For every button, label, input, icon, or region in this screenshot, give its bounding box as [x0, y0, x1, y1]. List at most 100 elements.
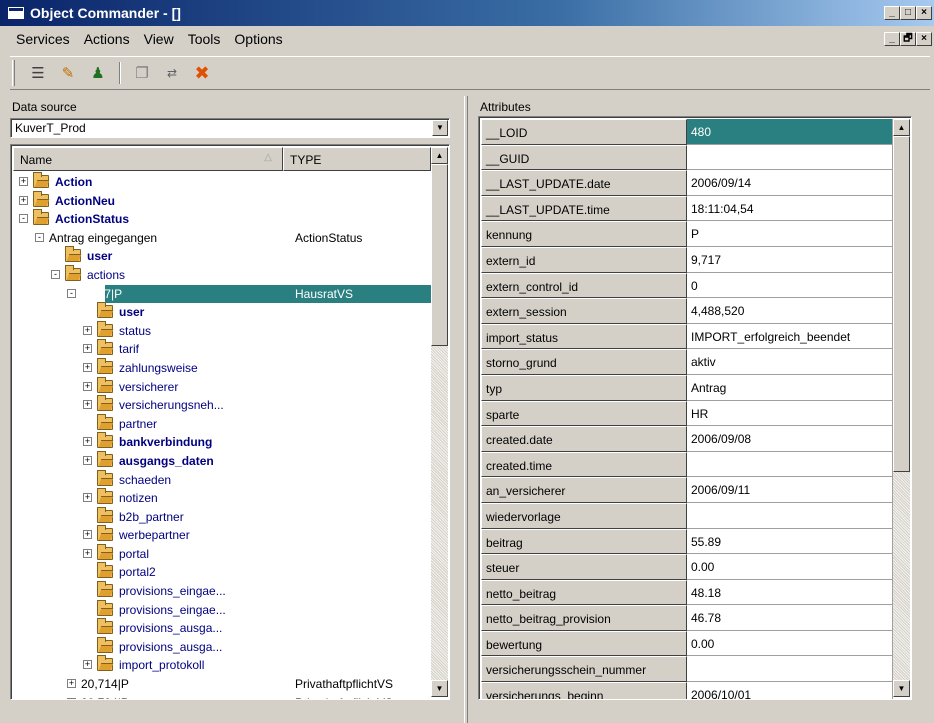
attribute-row[interactable]: an_versicherer 2006/09/11 [481, 477, 893, 503]
expand-icon[interactable]: + [19, 177, 28, 186]
attribute-value[interactable]: 0 [687, 272, 893, 299]
attribute-row[interactable]: extern_control_id 0 [481, 272, 893, 299]
menu-services[interactable]: Services [14, 31, 72, 47]
maximize-button[interactable]: □ [900, 6, 916, 20]
expand-icon[interactable]: + [83, 660, 92, 670]
tree-node[interactable]: + versicherer [13, 376, 433, 397]
scroll-down-icon[interactable]: ▼ [431, 680, 448, 697]
expand-icon[interactable]: + [83, 455, 92, 465]
expand-icon[interactable]: + [19, 195, 28, 205]
attributes-scrollbar[interactable]: ▲ ▼ [893, 119, 910, 697]
tree-node[interactable]: + ausgangs_daten [13, 450, 433, 471]
attribute-value[interactable]: Antrag [687, 374, 893, 401]
attribute-value[interactable]: 18:11:04,54 [687, 195, 893, 222]
attribute-row[interactable]: storno_grund aktiv [481, 349, 893, 375]
attribute-row[interactable]: __LAST_UPDATE.time 18:11:04,54 [481, 195, 893, 222]
users-icon[interactable]: ♟ [85, 61, 111, 85]
tree-icon[interactable]: ☰ [25, 61, 51, 85]
attribute-value[interactable]: IMPORT_erfolgreich_beendet [687, 323, 893, 350]
attribute-row[interactable]: extern_id 9,717 [481, 246, 893, 273]
object-tree[interactable]: Name △ TYPE + Action + ActionNeu - ActionStat… [10, 144, 450, 700]
tree-node[interactable]: user [13, 302, 433, 322]
collapse-icon[interactable]: - [35, 232, 44, 242]
expand-icon[interactable]: + [83, 437, 92, 447]
attribute-row[interactable]: wiedervorlage [481, 502, 893, 529]
attribute-value[interactable]: 0.00 [687, 554, 893, 580]
attribute-value[interactable]: 55.89 [687, 528, 893, 555]
tree-node[interactable]: partner [13, 413, 433, 434]
attribute-row[interactable]: kennung P [481, 221, 893, 247]
attribute-row[interactable]: typ Antrag [481, 374, 893, 401]
scroll-down-icon[interactable]: ▼ [893, 680, 910, 697]
tree-node[interactable]: + zahlungsweise [13, 357, 433, 378]
expand-icon[interactable]: + [67, 697, 76, 699]
tree-node[interactable]: + bankverbindung [13, 432, 433, 452]
toolbar-grip[interactable] [12, 60, 15, 86]
menu-tools[interactable]: Tools [186, 31, 223, 47]
tree-node[interactable]: + status [13, 320, 433, 341]
copy-icon[interactable]: ❐ [129, 61, 155, 85]
tree-node[interactable]: provisions_ausga... [13, 618, 433, 638]
child-minimize-button[interactable]: _ [884, 32, 900, 46]
attribute-row[interactable]: netto_beitrag_provision 46.78 [481, 605, 893, 631]
column-header-type[interactable]: TYPE [283, 147, 431, 171]
tree-node[interactable]: -9,717|P HausratVS [13, 284, 433, 304]
attribute-value[interactable]: 2006/09/14 [687, 170, 893, 196]
tree-node[interactable]: + import_protokoll [13, 655, 433, 675]
tree-scrollbar[interactable]: ▲ ▼ [431, 147, 448, 697]
tree-node[interactable]: provisions_eingae... [13, 581, 433, 601]
chevron-down-icon[interactable]: ▼ [432, 120, 448, 136]
minimize-button[interactable]: _ [884, 6, 900, 20]
tree-node[interactable]: +20,794|P PrivathaftpflichtVS [13, 694, 433, 699]
attribute-value[interactable]: 2006/09/08 [687, 426, 893, 452]
tree-node[interactable]: - Antrag eingegangen ActionStatus [13, 229, 433, 248]
delete-icon[interactable]: ✖ [189, 61, 215, 85]
tree-node[interactable]: b2b_partner [13, 506, 433, 527]
attribute-value[interactable] [687, 451, 893, 478]
attribute-value[interactable]: 2006/09/11 [687, 477, 893, 503]
collapse-icon[interactable]: - [51, 269, 60, 279]
expand-icon[interactable]: + [83, 400, 92, 410]
child-restore-button[interactable]: 🗗 [900, 32, 916, 46]
attribute-row[interactable]: __LAST_UPDATE.date 2006/09/14 [481, 170, 893, 196]
attribute-value[interactable]: HR [687, 400, 893, 427]
tree-node[interactable]: + ActionNeu [13, 190, 433, 211]
attribute-row[interactable]: netto_beitrag 48.18 [481, 579, 893, 606]
attribute-row[interactable]: steuer 0.00 [481, 554, 893, 580]
tree-node[interactable]: - ActionStatus [13, 209, 433, 229]
attribute-row[interactable]: import_status IMPORT_erfolgreich_beendet [481, 323, 893, 350]
attribute-value[interactable]: P [687, 221, 893, 247]
attribute-row[interactable]: versicherungs_beginn 2006/10/01 [481, 682, 893, 699]
expand-icon[interactable]: + [83, 325, 92, 335]
column-header-name[interactable]: Name △ [13, 147, 283, 171]
attributes-grid[interactable]: __LOID 480 __GUID __LAST_UPDATE.date 2006/09… [478, 116, 912, 700]
menu-view[interactable]: View [142, 31, 176, 47]
attribute-row[interactable]: beitrag 55.89 [481, 528, 893, 555]
attribute-value[interactable]: 0.00 [687, 630, 893, 657]
close-button[interactable]: × [916, 6, 932, 20]
expand-icon[interactable]: + [83, 344, 92, 354]
expand-icon[interactable]: + [83, 381, 92, 391]
attribute-value[interactable] [687, 144, 893, 171]
tree-node[interactable]: portal2 [13, 562, 433, 582]
attribute-value[interactable]: 4,488,520 [687, 298, 893, 324]
scroll-thumb[interactable] [893, 136, 910, 472]
panel-splitter[interactable] [464, 96, 468, 723]
expand-icon[interactable]: + [67, 679, 76, 689]
scroll-thumb[interactable] [431, 164, 448, 346]
expand-icon[interactable]: + [83, 548, 92, 558]
attribute-row[interactable]: __GUID [481, 144, 893, 171]
tree-node[interactable]: +20,714|P PrivathaftpflichtVS [13, 675, 433, 694]
tree-node[interactable]: user [13, 246, 433, 266]
expand-icon[interactable]: + [83, 362, 92, 372]
expand-icon[interactable]: + [83, 493, 92, 503]
attribute-value[interactable]: 9,717 [687, 246, 893, 273]
tree-node[interactable]: schaeden [13, 469, 433, 490]
datasource-select[interactable]: KuverT_Prod ▼ [10, 118, 450, 138]
tree-node[interactable]: + Action [13, 172, 433, 192]
attribute-value[interactable]: 2006/10/01 [687, 682, 893, 699]
tree-node[interactable]: - actions [13, 264, 433, 285]
attribute-value[interactable]: 480 [687, 119, 893, 145]
menu-options[interactable]: Options [232, 31, 284, 47]
tree-node[interactable]: provisions_eingae... [13, 599, 433, 620]
